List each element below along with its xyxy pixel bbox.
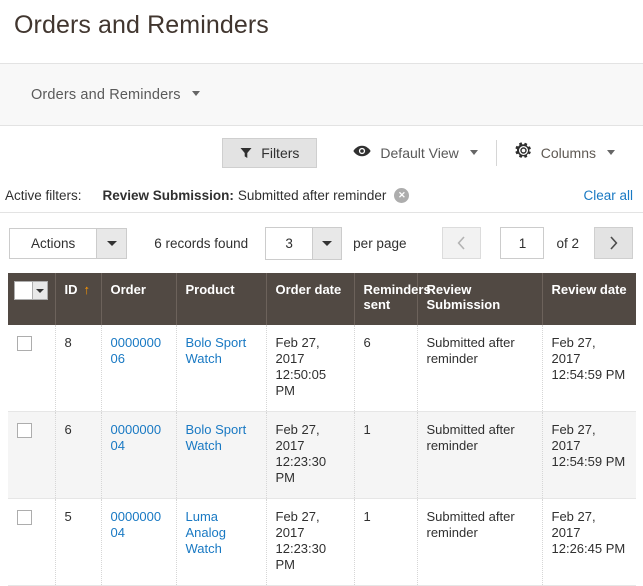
row-select-cell[interactable] [8, 411, 56, 499]
per-page-dropdown[interactable]: 3 [265, 226, 343, 260]
eye-icon [353, 144, 372, 162]
cell-product: Luma Analog Watch [176, 498, 267, 586]
order-link[interactable]: 000000006 [111, 335, 162, 366]
product-link[interactable]: Bolo Sport Watch [186, 422, 247, 453]
order-link[interactable]: 000000004 [111, 422, 162, 453]
column-header-id-label: ID [64, 282, 78, 297]
chevron-down-icon [607, 150, 615, 155]
default-view-label: Default View [380, 144, 459, 161]
column-header-id[interactable]: ID ↑ [55, 273, 102, 325]
cell-order-date: Feb 27, 2017 12:23:30 PM [266, 498, 355, 586]
chevron-right-icon [610, 236, 618, 250]
row-select-cell[interactable] [8, 498, 56, 586]
cell-review-date: Feb 27, 2017 12:26:45 PM [542, 498, 636, 586]
gear-icon [515, 141, 532, 164]
active-filters-bar: Active filters: Review Submission: Submi… [0, 179, 643, 213]
funnel-icon [240, 147, 252, 159]
cell-review-submission: Submitted after reminder [417, 325, 543, 412]
page-title: Orders and Reminders [14, 11, 269, 39]
chevron-down-icon [469, 150, 478, 155]
total-pages-label: of 2 [556, 235, 579, 251]
actions-dropdown[interactable]: Actions [9, 227, 128, 259]
grid-controls: Actions 6 records found 3 per page of 2 [0, 213, 643, 273]
cell-review-submission: Submitted after reminder [417, 498, 543, 586]
column-header-order-date[interactable]: Order date [266, 273, 355, 325]
close-circle-icon[interactable]: ✕ [394, 188, 410, 203]
order-link[interactable]: 000000004 [111, 509, 162, 540]
column-header-product[interactable]: Product [176, 273, 267, 325]
table-body: 8 000000006 Bolo Sport Watch Feb 27, 201… [8, 325, 636, 586]
data-grid-wrapper: ID ↑ Order Product Order date Reminders s… [0, 273, 643, 586]
column-header-review-date[interactable]: Review date [542, 273, 636, 325]
cell-order: 000000006 [101, 325, 177, 412]
cell-id: 6 [55, 411, 102, 499]
records-found-label: 6 records found [154, 235, 249, 251]
row-checkbox[interactable] [17, 336, 32, 351]
cell-product: Bolo Sport Watch [176, 325, 267, 412]
chevron-down-icon[interactable] [32, 282, 47, 299]
page-switcher-bar: Orders and Reminders [0, 63, 643, 126]
page-number-input[interactable] [500, 227, 545, 259]
cell-review-submission: Submitted after reminder [417, 411, 543, 499]
cell-reminders-sent: 6 [354, 325, 418, 412]
active-filter-chip-value: Submitted after reminder [237, 188, 387, 203]
row-checkbox[interactable] [17, 423, 32, 438]
select-all-checkbox[interactable] [15, 282, 32, 299]
columns-label: Columns [540, 144, 596, 161]
per-page-label: per page [353, 235, 407, 251]
active-filters-label: Active filters: [5, 188, 82, 203]
cell-order: 000000004 [101, 498, 177, 586]
cell-id: 8 [55, 325, 102, 412]
cell-order: 000000004 [101, 411, 177, 499]
table-row[interactable]: 5 000000004 Luma Analog Watch Feb 27, 20… [8, 498, 636, 586]
product-link[interactable]: Luma Analog Watch [186, 509, 226, 556]
columns-dropdown[interactable]: Columns [495, 139, 633, 166]
active-filter-chip-label: Review Submission: [102, 188, 234, 203]
column-header-reminders-sent[interactable]: Reminders sent [354, 273, 431, 325]
column-header-order[interactable]: Order [101, 273, 177, 325]
cell-id: 5 [55, 498, 102, 586]
column-header-select-all[interactable] [8, 273, 56, 325]
per-page-value: 3 [285, 235, 293, 251]
product-link[interactable]: Bolo Sport Watch [186, 335, 247, 366]
cell-order-date: Feb 27, 2017 12:50:05 PM [266, 325, 355, 412]
table-header-row: ID ↑ Order Product Order date Reminders s… [8, 273, 636, 325]
page-switcher[interactable]: Orders and Reminders [31, 87, 200, 103]
cell-order-date: Feb 27, 2017 12:23:30 PM [266, 411, 355, 499]
actions-label: Actions [31, 235, 76, 251]
data-grid: ID ↑ Order Product Order date Reminders s… [8, 273, 636, 586]
table-row[interactable]: 8 000000006 Bolo Sport Watch Feb 27, 201… [8, 325, 636, 412]
filters-button-label: Filters [261, 144, 300, 161]
pagination: 3 per page of 2 [265, 226, 633, 260]
chevron-down-icon [96, 228, 127, 258]
clear-all-link[interactable]: Clear all [583, 188, 633, 203]
page-switcher-label: Orders and Reminders [31, 86, 181, 103]
sort-ascending-icon: ↑ [83, 282, 91, 297]
cell-review-date: Feb 27, 2017 12:54:59 PM [542, 325, 636, 412]
column-header-review-submission[interactable]: Review Submission [417, 273, 543, 325]
cell-product: Bolo Sport Watch [176, 411, 267, 499]
chevron-down-icon [312, 227, 342, 259]
checkbox-dropdown-icon[interactable] [14, 281, 48, 300]
active-filter-chip: Review Submission: Submitted after remin… [103, 188, 410, 203]
next-page-button[interactable] [594, 227, 633, 259]
chevron-down-icon [191, 91, 200, 96]
chevron-left-icon [457, 236, 466, 250]
grid-toolbar: Filters Default View Columns [0, 126, 643, 179]
cell-reminders-sent: 1 [354, 498, 418, 586]
table-row[interactable]: 6 000000004 Bolo Sport Watch Feb 27, 201… [8, 411, 636, 499]
default-view-dropdown[interactable]: Default View [335, 140, 495, 166]
cell-review-date: Feb 27, 2017 12:54:59 PM [542, 411, 636, 499]
previous-page-button[interactable] [442, 227, 482, 259]
row-checkbox[interactable] [17, 510, 32, 525]
cell-reminders-sent: 1 [354, 411, 418, 499]
row-select-cell[interactable] [8, 325, 56, 412]
filters-button[interactable]: Filters [222, 137, 318, 168]
